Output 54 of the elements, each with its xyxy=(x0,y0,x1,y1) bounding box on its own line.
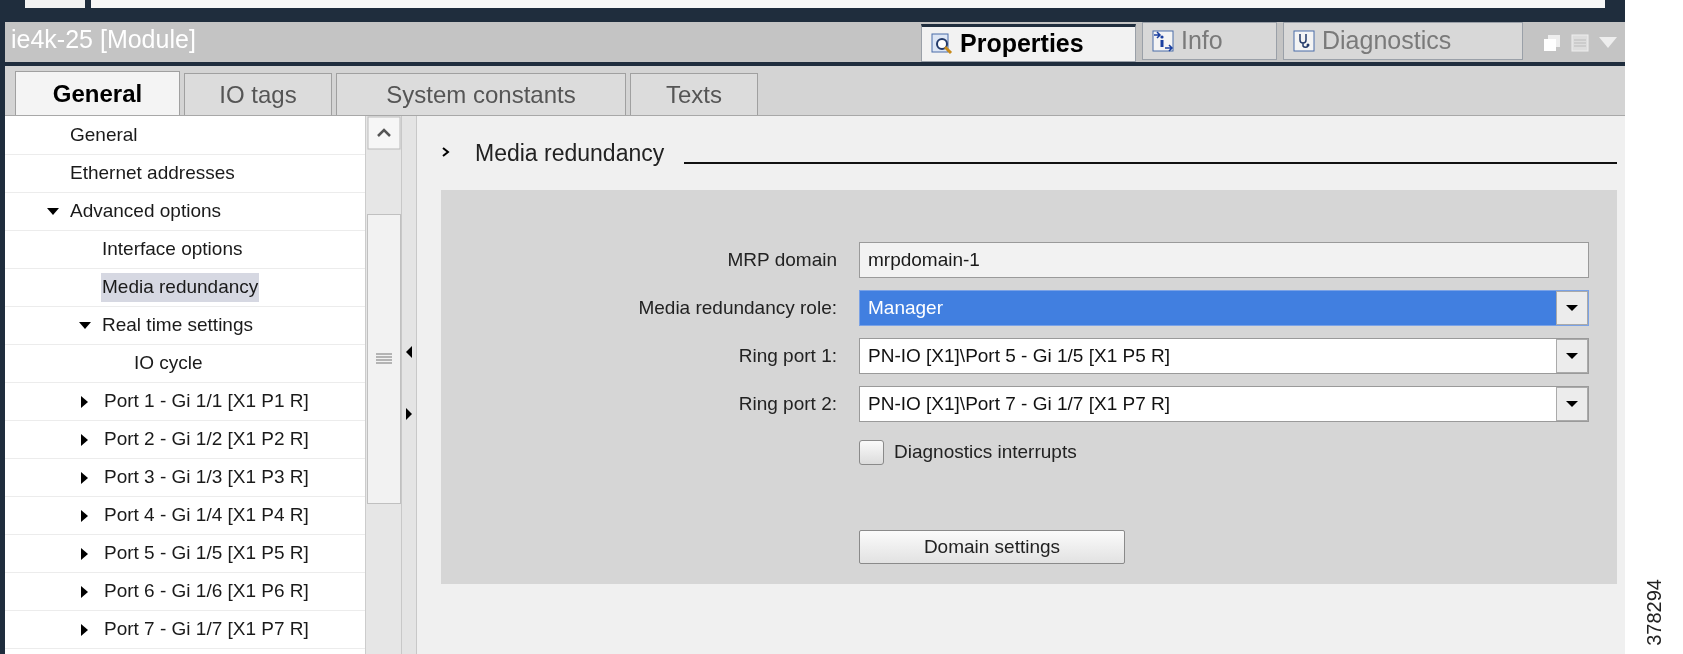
tree-item[interactable]: Media redundancy xyxy=(101,273,260,302)
grip-icon[interactable] xyxy=(374,353,393,365)
collapsed-triangle-icon[interactable] xyxy=(81,585,89,598)
field-label: Media redundancy role: xyxy=(637,295,838,320)
tree-item[interactable]: Port 6 - Gi 1/6 [X1 P6 R] xyxy=(103,577,310,606)
right-arrow-icon[interactable] xyxy=(405,408,413,420)
text-field[interactable]: mrpdomain-1 xyxy=(859,242,1589,278)
scroll-up-icon[interactable] xyxy=(366,116,401,150)
tree-item[interactable]: Port 7 - Gi 1/7 [X1 P7 R] xyxy=(103,615,310,644)
collapsed-triangle-icon[interactable] xyxy=(81,547,89,560)
field-label: MRP domain xyxy=(726,247,838,272)
tree-item[interactable]: Port 5 - Gi 1/5 [X1 P5 R] xyxy=(103,539,310,568)
collapsed-triangle-icon[interactable] xyxy=(81,509,89,522)
left-arrow-icon[interactable] xyxy=(405,346,413,358)
tree-item[interactable]: Real time settings xyxy=(101,311,254,340)
magnifier-icon xyxy=(930,32,954,56)
tree-item[interactable]: Port 2 - Gi 1/2 [X1 P2 R] xyxy=(103,425,310,454)
tab[interactable]: IO tags xyxy=(184,73,332,115)
tree-item[interactable]: Port 4 - Gi 1/4 [X1 P4 R] xyxy=(103,501,310,530)
dropdown-caret-icon[interactable] xyxy=(1556,387,1588,421)
stethoscope-icon xyxy=(1292,29,1316,53)
field-label: Ring port 1: xyxy=(737,343,838,368)
collapsed-triangle-icon[interactable] xyxy=(81,395,89,408)
figure-number: 378294 xyxy=(1642,579,1666,646)
field-label: Ring port 2: xyxy=(737,391,838,416)
dropdown-caret-icon[interactable] xyxy=(1556,339,1588,373)
tree-item[interactable]: Interface options xyxy=(101,235,244,264)
dropdown[interactable]: PN-IO [X1]\Port 5 - Gi 1/5 [X1 P5 R] xyxy=(859,338,1589,374)
inspector-tab[interactable]: Properties xyxy=(921,24,1136,62)
dropdown[interactable]: Manager xyxy=(859,290,1589,326)
info-arrows-icon xyxy=(1151,29,1175,53)
tab[interactable]: Texts xyxy=(630,73,758,115)
expanded-triangle-icon[interactable] xyxy=(47,207,59,216)
tab[interactable]: General xyxy=(15,71,180,115)
domain-settings-button[interactable]: Domain settings xyxy=(859,530,1125,564)
window-title: ie4k-25 [Module] xyxy=(10,23,197,55)
checkbox-label: Diagnostics interrupts xyxy=(894,439,1077,464)
tree-item[interactable]: General xyxy=(69,121,139,150)
tree-item[interactable]: Advanced options xyxy=(69,197,223,226)
collapsed-triangle-icon[interactable] xyxy=(81,433,89,446)
tree-item[interactable]: Port 1 - Gi 1/1 [X1 P1 R] xyxy=(103,387,310,416)
scrollbar[interactable] xyxy=(365,116,401,654)
collapsed-triangle-icon[interactable] xyxy=(81,471,89,484)
tab[interactable]: System constants xyxy=(336,73,626,115)
collapsed-triangle-icon[interactable] xyxy=(81,623,89,636)
tree-item[interactable]: IO cycle xyxy=(133,349,204,378)
expanded-triangle-icon[interactable] xyxy=(79,321,91,330)
chevron-icon[interactable] xyxy=(441,146,451,158)
checkbox[interactable] xyxy=(859,439,884,465)
tree-item[interactable]: Port 3 - Gi 1/3 [X1 P3 R] xyxy=(103,463,310,492)
dropdown-caret-icon[interactable] xyxy=(1556,291,1588,325)
tree-item[interactable]: Ethernet addresses xyxy=(69,159,236,188)
section-title: Media redundancy xyxy=(475,138,665,168)
dropdown[interactable]: PN-IO [X1]\Port 7 - Gi 1/7 [X1 P7 R] xyxy=(859,386,1589,422)
